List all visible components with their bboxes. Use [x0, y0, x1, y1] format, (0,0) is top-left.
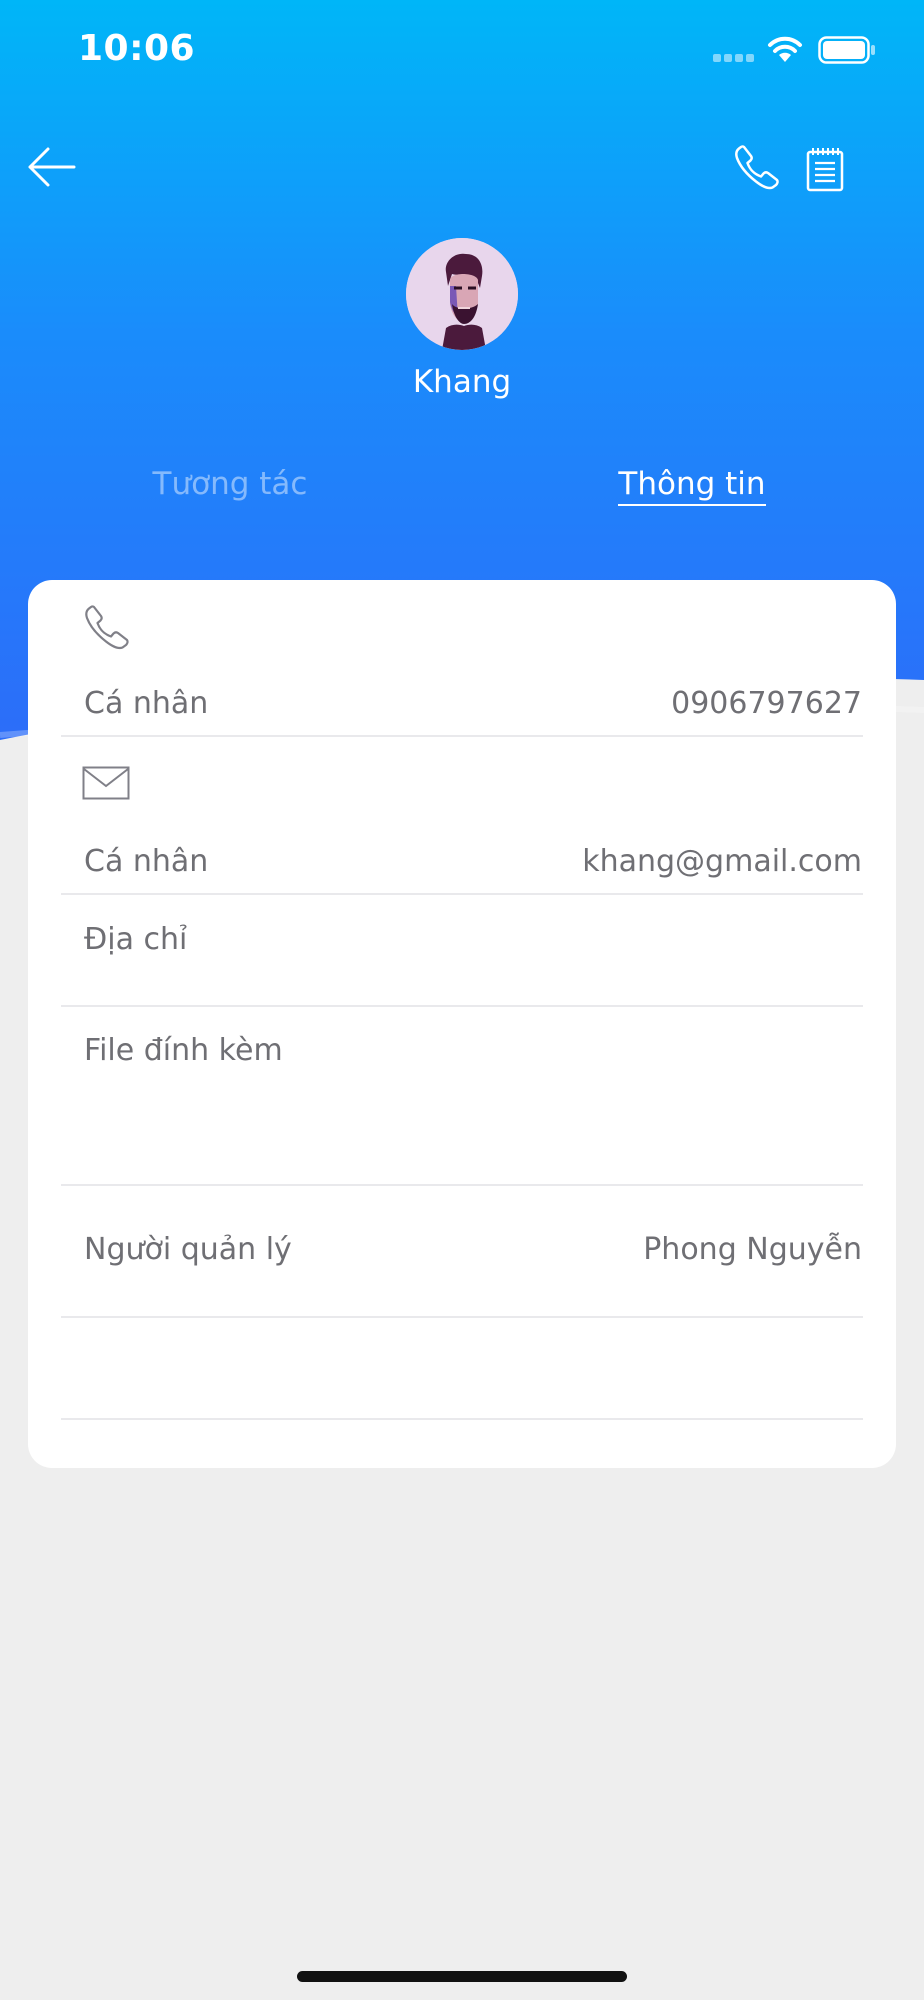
email-address[interactable]: khang@gmail.com — [582, 844, 862, 879]
tab-info[interactable]: Thông tin — [592, 466, 792, 506]
attachments-label: File đính kèm — [84, 1033, 283, 1068]
phone-type-label: Cá nhân — [84, 686, 209, 721]
cellular-signal-icon — [713, 54, 754, 62]
address-label: Địa chỉ — [84, 922, 188, 957]
tab-label: Tương tác — [152, 466, 308, 502]
contact-info-card: Cá nhân 0906797627 Cá nhân khang@gmail.c… — [28, 580, 896, 1468]
divider — [61, 893, 863, 895]
divider — [61, 735, 863, 737]
home-indicator[interactable] — [297, 1971, 627, 1982]
status-time: 10:06 — [78, 28, 196, 69]
wifi-icon — [768, 36, 802, 62]
divider — [61, 1316, 863, 1318]
phone-icon[interactable] — [734, 144, 780, 190]
battery-icon — [818, 36, 875, 64]
divider — [61, 1184, 863, 1186]
user-portrait-icon — [406, 238, 518, 350]
tab-label: Thông tin — [618, 466, 766, 506]
email-type-label: Cá nhân — [84, 844, 209, 879]
divider — [61, 1005, 863, 1007]
notepad-icon[interactable] — [806, 146, 844, 192]
contact-name: Khang — [412, 364, 512, 400]
phone-number[interactable]: 0906797627 — [671, 686, 862, 721]
avatar — [406, 238, 518, 350]
arrow-left-icon[interactable] — [26, 146, 76, 188]
divider — [61, 1418, 863, 1420]
manager-label: Người quản lý — [84, 1232, 292, 1267]
phone-icon — [85, 605, 129, 650]
manager-name: Phong Nguyễn — [643, 1232, 862, 1267]
tab-interactions[interactable]: Tương tác — [130, 466, 330, 502]
envelope-icon — [82, 766, 130, 800]
